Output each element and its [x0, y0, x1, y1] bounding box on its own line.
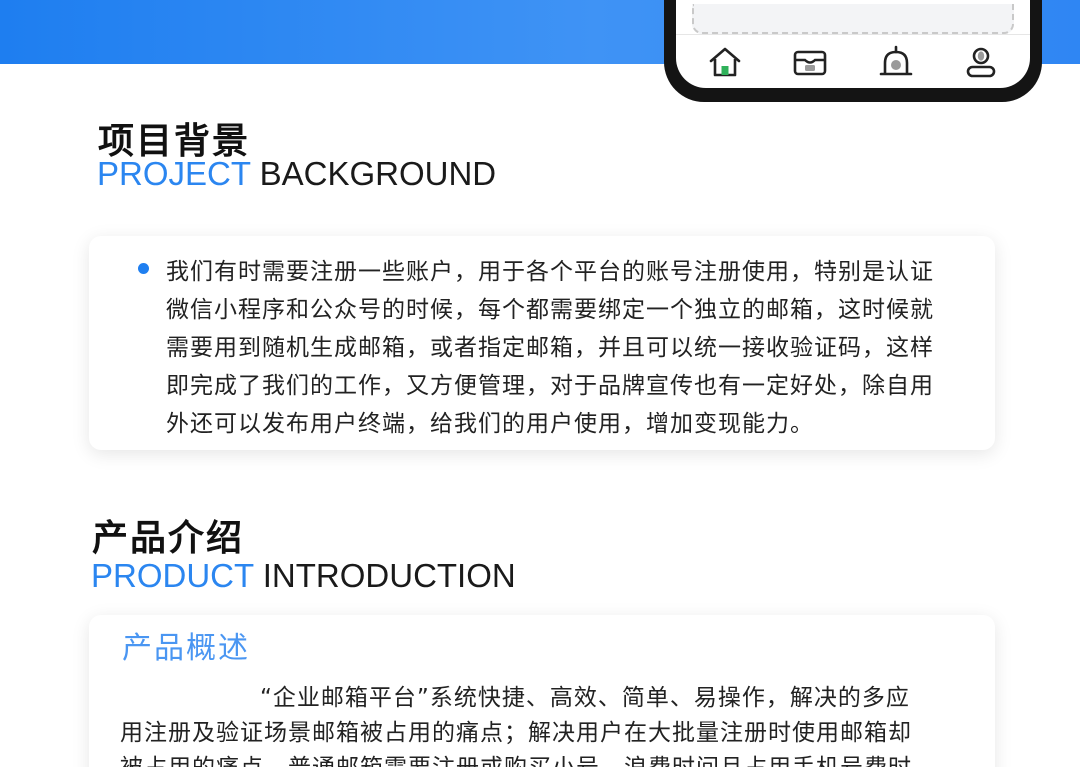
phone-mockup [664, 0, 1042, 102]
project-background-subtitle-accent: PROJECT [97, 155, 251, 192]
text-line: 需要用到随机生成邮箱，或者指定邮箱，并且可以统一接收验证码，这样 [166, 335, 934, 361]
user-icon[interactable] [961, 42, 1001, 82]
text-line: 我们有时需要注册一些账户，用于各个平台的账号注册使用，特别是认证 [166, 259, 934, 285]
bell-icon[interactable] [876, 42, 916, 82]
text-line: 微信小程序和公众号的时候，每个都需要绑定一个独立的邮箱，这时候就 [166, 297, 934, 323]
text-line: 外还可以发布用户终端，给我们的用户使用，增加变现能力。 [166, 411, 814, 437]
phone-tab-bar [676, 34, 1030, 88]
project-background-subtitle-rest: BACKGROUND [259, 155, 497, 192]
phone-content-placeholder [692, 4, 1014, 34]
text-line: 即完成了我们的工作，又方便管理，对于品牌宣传也有一定好处，除自用 [166, 373, 934, 399]
product-overview-card: 产品概述 “企业邮箱平台”系统快捷、高效、简单、易操作，解决的多应 用注册及验证… [89, 615, 995, 767]
product-introduction-title: 产品介绍 [92, 518, 245, 559]
home-icon[interactable] [705, 42, 745, 82]
bullet-dot [138, 263, 149, 274]
project-background-card: 我们有时需要注册一些账户，用于各个平台的账号注册使用，特别是认证 微信小程序和公… [89, 236, 995, 450]
product-introduction-subtitle-rest: INTRODUCTION [262, 557, 516, 594]
project-background-text: 我们有时需要注册一些账户，用于各个平台的账号注册使用，特别是认证 微信小程序和公… [166, 253, 986, 443]
product-introduction-subtitle-accent: PRODUCT [91, 557, 254, 594]
text-line: “企业邮箱平台”系统快捷、高效、简单、易操作，解决的多应 [260, 685, 910, 711]
phone-screen [676, 0, 1030, 88]
mailbox-icon[interactable] [790, 42, 830, 82]
product-overview-title: 产品概述 [122, 631, 250, 666]
text-line: 用注册及验证场景邮箱被占用的痛点；解决用户在大批量注册时使用邮箱却 [120, 720, 912, 746]
text-line: 被占用的痛点，普通邮箱需要注册或购买小号，浪费时间且占用手机号费时 [120, 751, 980, 767]
product-introduction-subtitle: PRODUCT INTRODUCTION [91, 557, 516, 595]
product-overview-text: “企业邮箱平台”系统快捷、高效、简单、易操作，解决的多应 用注册及验证场景邮箱被… [120, 681, 980, 767]
project-background-subtitle: PROJECT BACKGROUND [97, 155, 496, 193]
